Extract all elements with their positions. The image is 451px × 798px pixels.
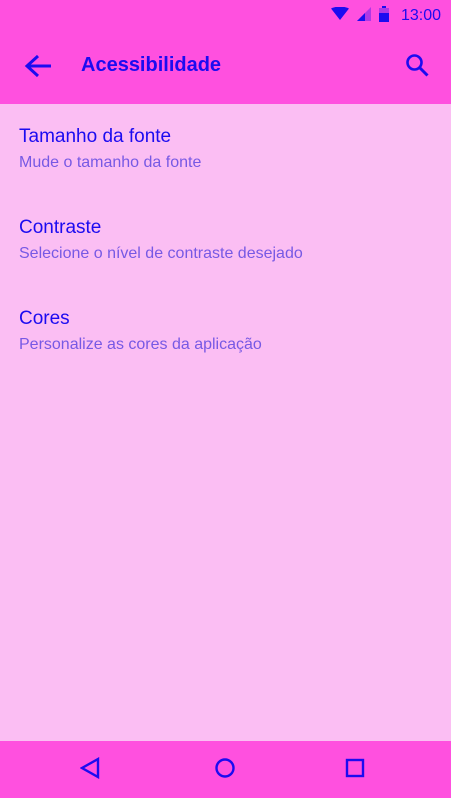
status-time: 13:00 [400, 7, 441, 24]
settings-item-contrast[interactable]: Contraste Selecione o nível de contraste… [0, 195, 451, 286]
settings-item-title: Cores [19, 308, 70, 329]
search-button[interactable] [401, 51, 433, 83]
recents-square-icon [345, 758, 365, 783]
settings-item-subtitle: Selecione o nível de contraste desejado [19, 245, 303, 262]
page-title: Acessibilidade [81, 54, 222, 76]
cellular-signal-icon [356, 6, 371, 26]
nav-back-button[interactable] [71, 751, 109, 789]
arrow-back-icon [24, 54, 52, 83]
settings-item-title: Tamanho da fonte [19, 126, 172, 147]
navigation-bar [0, 741, 451, 798]
settings-item-subtitle: Mude o tamanho da fonte [19, 154, 202, 171]
back-triangle-icon [79, 756, 100, 784]
battery-icon [378, 5, 389, 27]
settings-list: Tamanho da fonte Mude o tamanho da fonte… [0, 104, 451, 377]
settings-item-font-size[interactable]: Tamanho da fonte Mude o tamanho da fonte [0, 104, 451, 195]
nav-home-button[interactable] [206, 751, 244, 789]
back-button[interactable] [18, 50, 58, 86]
status-icons: 13:00 [330, 0, 441, 32]
home-circle-icon [214, 757, 236, 784]
settings-item-colors[interactable]: Cores Personalize as cores da aplicação [0, 286, 451, 377]
settings-item-title: Contraste [19, 217, 102, 238]
wifi-icon [330, 6, 349, 26]
settings-item-subtitle: Personalize as cores da aplicação [19, 336, 262, 353]
app-bar: Acessibilidade [0, 32, 451, 104]
nav-recents-button[interactable] [336, 751, 374, 789]
search-icon [405, 53, 429, 82]
status-bar: 13:00 [0, 0, 451, 32]
